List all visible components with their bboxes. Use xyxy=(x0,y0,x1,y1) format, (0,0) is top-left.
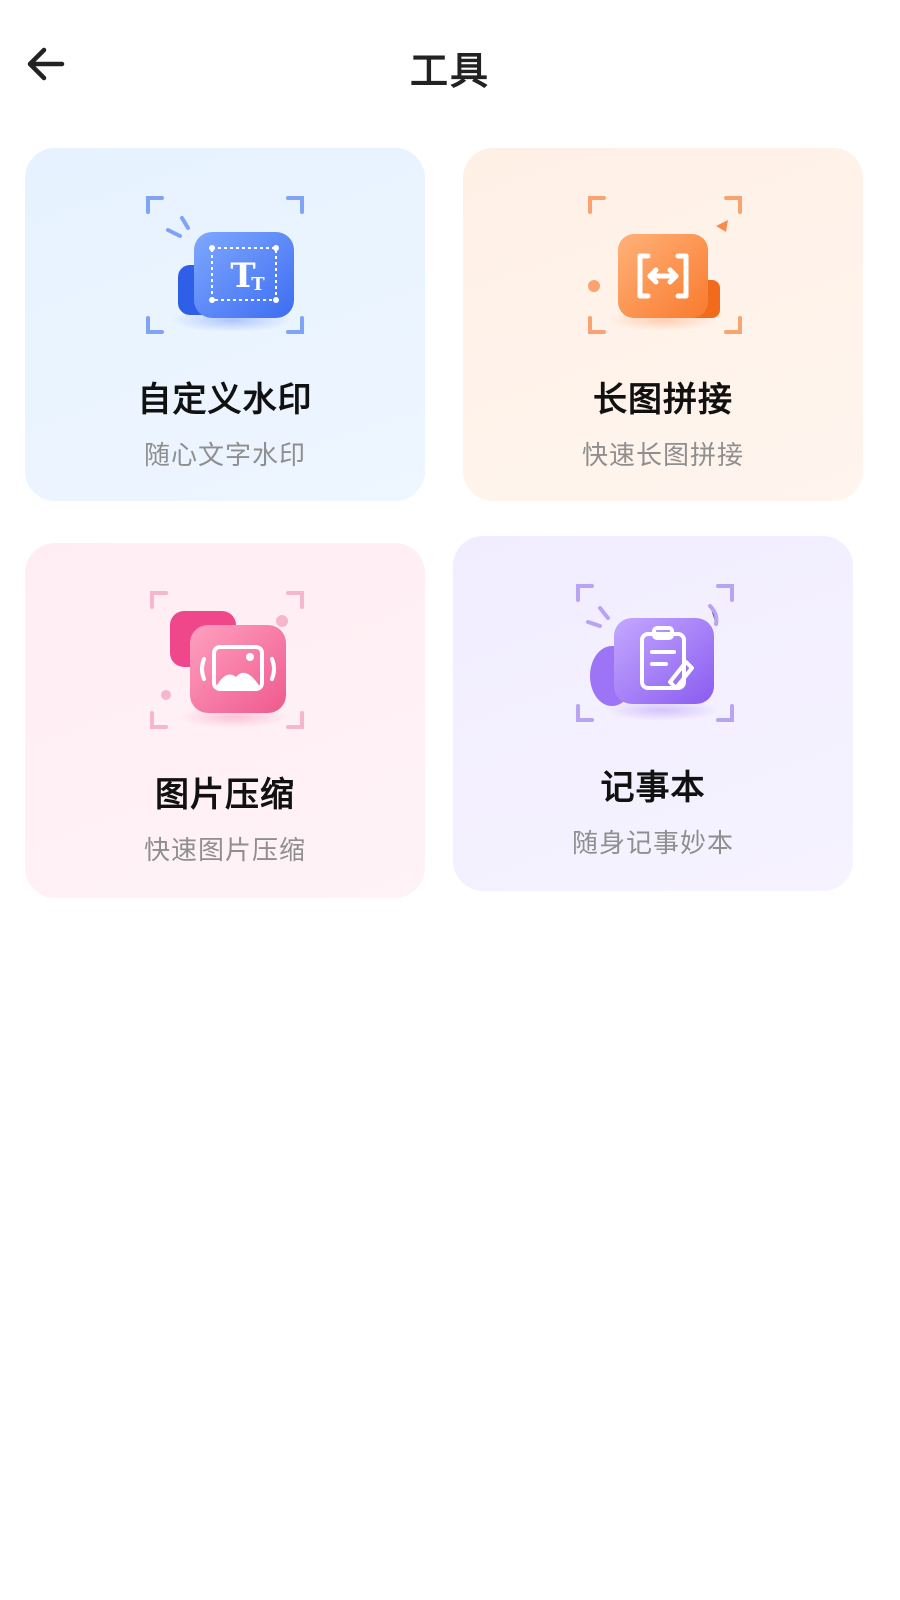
tool-title: 记事本 xyxy=(600,768,706,808)
top-bar: 工具 xyxy=(0,0,900,125)
tool-card-long-image-stitch[interactable]: 长图拼接 快速长图拼接 xyxy=(463,148,863,501)
tool-subtitle: 随身记事妙本 xyxy=(571,829,734,859)
tool-title: 长图拼接 xyxy=(593,380,733,420)
image-compress-icon xyxy=(130,585,320,745)
tool-title: 自定义水印 xyxy=(137,380,313,420)
text-watermark-icon: T T xyxy=(130,190,320,350)
tool-subtitle: 快速长图拼接 xyxy=(581,441,744,471)
tool-subtitle: 随心文字水印 xyxy=(143,441,306,471)
tool-card-custom-watermark[interactable]: T T 自定义水印 随心文字水印 xyxy=(25,148,425,501)
tool-card-image-compress[interactable]: 图片压缩 快速图片压缩 xyxy=(25,543,425,898)
page-title: 工具 xyxy=(409,49,490,93)
tool-subtitle: 快速图片压缩 xyxy=(143,836,306,866)
tool-title: 图片压缩 xyxy=(155,775,295,815)
notepad-icon xyxy=(558,578,748,738)
long-image-stitch-icon xyxy=(568,190,758,350)
svg-text:T: T xyxy=(251,274,265,295)
tool-card-notepad[interactable]: 记事本 随身记事妙本 xyxy=(453,536,853,891)
